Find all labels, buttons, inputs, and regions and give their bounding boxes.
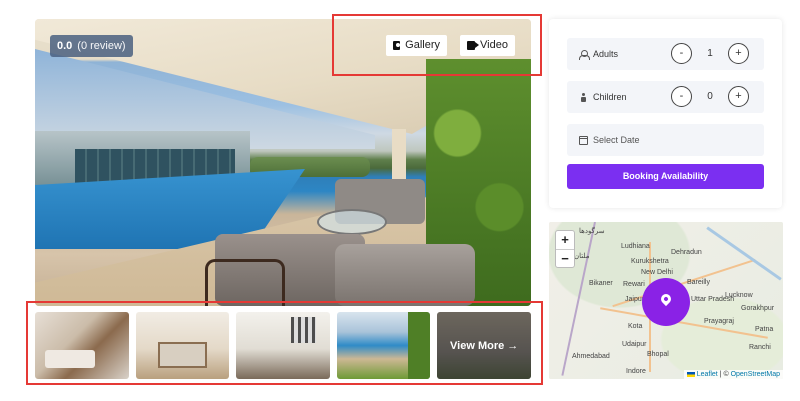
map-city-label: Ahmedabad — [572, 353, 610, 360]
ukraine-flag-icon — [686, 371, 695, 377]
adults-field: Adults - 1 + — [567, 38, 764, 70]
children-stepper: - 0 + — [671, 86, 749, 107]
view-more-thumbnail[interactable]: View More → — [437, 312, 531, 379]
children-count: 0 — [707, 91, 713, 102]
map-city-label: Lucknow — [725, 292, 753, 299]
map-city-label: ملتان — [574, 253, 590, 260]
user-icon — [579, 49, 590, 60]
review-count: (0 review) — [77, 40, 126, 52]
map-city-label: Bikaner — [589, 280, 613, 287]
thumbnail-image[interactable] — [336, 312, 431, 379]
map-city-label: Patna — [755, 326, 774, 333]
map-city-label: Ludhiana — [621, 243, 650, 250]
children-increment-button[interactable]: + — [728, 86, 749, 107]
adults-label: Adults — [593, 49, 619, 59]
map-city-label: Dehradun — [671, 249, 702, 256]
zoom-in-button[interactable]: + — [556, 231, 574, 249]
location-map[interactable]: سرگودھا Ludhiana Dehradun ملتان Kurukshe… — [549, 222, 783, 379]
openstreetmap-link[interactable]: OpenStreetMap — [731, 371, 780, 378]
booking-availability-button[interactable]: Booking Availability — [567, 164, 764, 189]
child-icon — [579, 92, 588, 102]
map-city-label: Bhopal — [647, 351, 669, 358]
listing-page: 0.0 (0 review) Gallery Video View More →… — [0, 0, 800, 401]
booking-card: Adults - 1 + Children - 0 + Select Date … — [549, 19, 782, 208]
zoom-out-button[interactable]: − — [556, 249, 574, 267]
hero-table — [317, 209, 387, 235]
rating-score: 0.0 — [57, 40, 73, 52]
map-city-label: New Delhi — [641, 269, 673, 276]
adults-decrement-button[interactable]: - — [671, 43, 692, 64]
rating-badge: 0.0 (0 review) — [50, 35, 133, 57]
thumbnail-image[interactable] — [35, 312, 129, 379]
children-decrement-button[interactable]: - — [671, 86, 692, 107]
gallery-button[interactable]: Gallery — [386, 35, 447, 56]
map-city-label: Gorakhpur — [741, 305, 775, 312]
hero-sofa — [335, 244, 475, 306]
adults-increment-button[interactable]: + — [728, 43, 749, 64]
map-pin-icon — [658, 291, 674, 307]
video-button[interactable]: Video — [460, 35, 515, 56]
attribution-separator: | © — [717, 371, 731, 378]
map-attribution: Leaflet | © OpenStreetMap — [683, 370, 783, 379]
camera-icon — [393, 41, 401, 50]
children-field: Children - 0 + — [567, 81, 764, 113]
map-city-label: Udaipur — [622, 341, 647, 348]
thumbnail-image[interactable] — [135, 312, 230, 379]
location-marker[interactable] — [642, 278, 690, 326]
map-city-label: Ranchi — [749, 344, 771, 351]
leaflet-link[interactable]: Leaflet — [697, 371, 718, 378]
gallery-button-label: Gallery — [405, 39, 440, 51]
video-camera-icon — [467, 41, 475, 50]
hero-chair — [205, 259, 285, 306]
map-city-label: Indore — [626, 368, 646, 375]
map-city-label: Kurukshetra — [631, 258, 669, 265]
map-city-label: Rewari — [623, 281, 645, 288]
map-city-label: Bareilly — [687, 279, 710, 286]
map-city-label: Kota — [628, 323, 643, 330]
thumbnail-image[interactable] — [236, 312, 330, 379]
date-field[interactable]: Select Date — [567, 124, 764, 156]
map-zoom-control: + − — [555, 230, 575, 268]
map-city-label: Prayagraj — [704, 318, 734, 325]
main-gallery-image[interactable] — [35, 19, 531, 306]
thumbnail-strip: View More → — [35, 312, 531, 379]
calendar-icon — [579, 135, 588, 145]
video-button-label: Video — [480, 39, 508, 51]
date-placeholder: Select Date — [593, 135, 640, 145]
adults-stepper: - 1 + — [671, 43, 749, 64]
view-more-label: View More → — [450, 339, 519, 352]
adults-count: 1 — [707, 48, 713, 59]
children-label: Children — [593, 92, 627, 102]
view-more-overlay[interactable]: View More → — [437, 312, 531, 379]
map-city-label: سرگودھا — [579, 228, 605, 235]
